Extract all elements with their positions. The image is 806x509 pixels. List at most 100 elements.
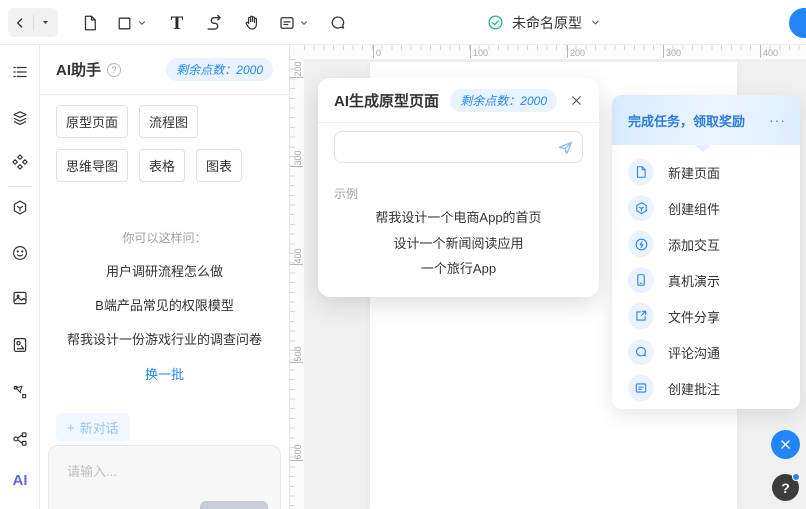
hand-tool-button[interactable] bbox=[242, 13, 262, 33]
text-icon: T bbox=[171, 14, 184, 33]
sidebar-item-ai[interactable]: AI bbox=[10, 470, 30, 490]
add-interaction-icon bbox=[628, 231, 654, 257]
rewards-header-notch bbox=[695, 145, 711, 152]
new-file-icon bbox=[81, 14, 99, 32]
example-prompt[interactable]: 帮我设计一个电商App的首页 bbox=[318, 207, 599, 226]
ruler-label: 300 bbox=[293, 150, 303, 165]
connector-tool-button[interactable] bbox=[204, 13, 224, 33]
send-button[interactable]: 发送 bbox=[200, 501, 268, 509]
comment-icon bbox=[329, 14, 347, 32]
rewards-item-label: 新建页面 bbox=[668, 163, 720, 182]
rewards-item-new-page[interactable]: 新建页面 bbox=[612, 154, 800, 190]
help-icon[interactable]: ? bbox=[107, 63, 121, 77]
rewards-item-label: 评论沟通 bbox=[668, 343, 720, 362]
comment-icon bbox=[628, 339, 654, 365]
rewards-item-add-interaction[interactable]: 添加交互 bbox=[612, 226, 800, 262]
left-sidebar: AI bbox=[0, 45, 40, 509]
chat-input-area[interactable]: 请输入... 0/200 发送 bbox=[48, 445, 281, 509]
prompt-input[interactable] bbox=[335, 132, 552, 162]
sidebar-item-components[interactable] bbox=[10, 152, 30, 172]
back-button-group bbox=[8, 8, 58, 37]
rewards-item-device-preview[interactable]: 真机演示 bbox=[612, 262, 800, 298]
suggestion-item[interactable]: 用户调研流程怎么做 bbox=[40, 261, 289, 280]
annotation-icon bbox=[628, 375, 654, 401]
suggestion-item[interactable]: B端产品常见的权限模型 bbox=[40, 295, 289, 314]
hand-icon bbox=[243, 14, 261, 32]
refresh-suggestions-link[interactable]: 换一批 bbox=[40, 364, 289, 383]
sidebar-item-vector-resource[interactable] bbox=[10, 382, 30, 402]
close-icon[interactable] bbox=[567, 92, 585, 110]
ruler-label: 200 bbox=[293, 61, 303, 76]
ruler-label: 0 bbox=[376, 48, 381, 58]
sidebar-divider bbox=[8, 186, 32, 187]
note-tool-button[interactable] bbox=[277, 13, 297, 33]
ai-assistant-panel: AI助手 ? 剩余点数：2000 原型页面 流程图 思维导图 表格 图表 你可以… bbox=[40, 45, 290, 509]
emoji-library-icon bbox=[11, 244, 29, 262]
sidebar-item-image-library[interactable] bbox=[10, 288, 30, 308]
back-menu-button[interactable] bbox=[34, 8, 59, 37]
template-library-icon bbox=[11, 336, 29, 354]
example-prompt[interactable]: 一个旅行App bbox=[318, 258, 599, 277]
sidebar-item-material-library[interactable] bbox=[10, 198, 30, 218]
chip-chart[interactable]: 图表 bbox=[196, 149, 242, 182]
comment-tool-button[interactable] bbox=[328, 13, 348, 33]
ruler-label: 100 bbox=[473, 48, 488, 58]
rewards-item-create-component[interactable]: 创建组件 bbox=[612, 190, 800, 226]
new-chat-button[interactable]: + 新对话 bbox=[56, 413, 130, 442]
chip-mindmap[interactable]: 思维导图 bbox=[56, 149, 128, 182]
pages-list-icon bbox=[11, 63, 29, 81]
points-badge: 剩余点数：2000 bbox=[166, 58, 273, 81]
suggestion-item[interactable]: 帮我设计一份游戏行业的调查问卷 bbox=[40, 329, 289, 348]
chip-prototype-page[interactable]: 原型页面 bbox=[56, 105, 128, 138]
rewards-item-comment[interactable]: 评论沟通 bbox=[612, 334, 800, 370]
dismiss-rewards-button[interactable] bbox=[771, 430, 800, 459]
rewards-item-file-share[interactable]: 文件分享 bbox=[612, 298, 800, 334]
sidebar-item-emoji-library[interactable] bbox=[10, 243, 30, 263]
layers-icon bbox=[11, 109, 29, 127]
new-page-icon bbox=[628, 159, 654, 185]
task-rewards-panel: 完成任务，领取奖励 ··· 新建页面 创建组件 添加交互 真机演 bbox=[612, 95, 800, 409]
note-icon bbox=[278, 14, 296, 32]
sidebar-item-template-library[interactable] bbox=[10, 335, 30, 355]
chip-table[interactable]: 表格 bbox=[139, 149, 185, 182]
ruler-label: 400 bbox=[763, 48, 778, 58]
text-tool-button[interactable]: T bbox=[167, 13, 187, 33]
send-plane-icon[interactable] bbox=[552, 134, 578, 160]
note-tool-caret[interactable] bbox=[298, 17, 310, 29]
device-preview-icon bbox=[628, 267, 654, 293]
top-toolbar: T bbox=[0, 0, 806, 45]
sidebar-item-pages[interactable] bbox=[10, 62, 30, 82]
rewards-header: 完成任务，领取奖励 ··· bbox=[612, 95, 800, 145]
chevron-down-icon[interactable] bbox=[590, 17, 601, 28]
document-title[interactable]: 未命名原型 bbox=[512, 13, 582, 33]
ai-panel-header: AI助手 ? 剩余点数：2000 bbox=[40, 45, 289, 95]
ruler-label: 600 bbox=[293, 444, 303, 459]
help-button[interactable]: ? bbox=[772, 474, 799, 501]
new-file-button[interactable] bbox=[80, 13, 100, 33]
ask-hint: 你可以这样问： bbox=[40, 229, 289, 246]
frame-icon bbox=[116, 15, 133, 32]
ruler-label: 200 bbox=[570, 48, 585, 58]
user-avatar[interactable] bbox=[789, 8, 806, 38]
ai-panel-title: AI助手 bbox=[56, 59, 101, 80]
close-icon bbox=[779, 438, 792, 451]
sidebar-item-layers[interactable] bbox=[10, 108, 30, 128]
app-window: T bbox=[0, 0, 806, 509]
example-prompt[interactable]: 设计一个新闻阅读应用 bbox=[318, 233, 599, 252]
frame-tool-button[interactable] bbox=[114, 13, 134, 33]
notification-dot bbox=[792, 473, 800, 481]
chevron-down-icon bbox=[137, 18, 147, 28]
chip-flowchart[interactable]: 流程图 bbox=[139, 105, 198, 138]
more-options-icon[interactable]: ··· bbox=[769, 112, 786, 128]
rewards-title: 完成任务，领取奖励 bbox=[628, 111, 745, 130]
ai-generate-dialog: AI生成原型页面 剩余点数：2000 示例 帮我设计一个电商App的首页 设计一… bbox=[318, 78, 599, 297]
horizontal-ruler: 0 100 200 300 400 bbox=[290, 45, 806, 59]
new-chat-label: 新对话 bbox=[80, 418, 119, 437]
back-button[interactable] bbox=[8, 8, 33, 37]
sidebar-item-plugin-share[interactable] bbox=[10, 429, 30, 449]
rewards-item-annotation[interactable]: 创建批注 bbox=[612, 370, 800, 406]
prompt-input-wrap bbox=[334, 131, 583, 163]
dialog-title: AI生成原型页面 bbox=[334, 90, 439, 111]
ruler-ticks bbox=[290, 59, 295, 509]
frame-tool-caret[interactable] bbox=[136, 17, 148, 29]
